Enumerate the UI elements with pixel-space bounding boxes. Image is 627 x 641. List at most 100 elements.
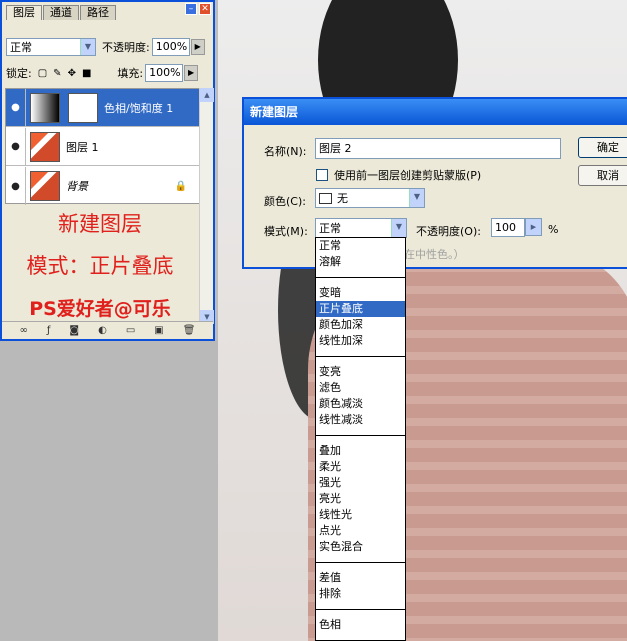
mode-option[interactable]: 排除 [316, 586, 405, 602]
mode-option[interactable]: 变暗 [316, 285, 405, 301]
ok-button[interactable]: 确定 [578, 137, 627, 158]
blend-row: 正常 ▼ 不透明度: 100% ▶ [6, 38, 205, 56]
mode-option[interactable]: 溶解 [316, 254, 405, 270]
option-separator [316, 435, 405, 436]
mode-option[interactable]: 正片叠底 [316, 301, 405, 317]
lock-move-icon[interactable]: ✥ [68, 68, 76, 79]
layer-name: 色相/饱和度 1 [104, 101, 174, 115]
layers-panel: 图层 通道 路径 – ✕ 正常 ▼ 不透明度: 100% ▶ 锁定: ▢ ✎ ✥… [0, 0, 215, 341]
mode-option[interactable]: 线性减淡 [316, 412, 405, 428]
blend-mode-value: 正常 [10, 41, 32, 54]
color-swatch [319, 192, 332, 204]
adjustment-icon[interactable]: ◐ [98, 325, 107, 336]
eye-icon[interactable]: ● [6, 88, 26, 127]
link-icon[interactable]: ∞ [20, 325, 28, 336]
workspace-background [0, 340, 218, 641]
panel-tabbar: 图层 通道 路径 – ✕ [2, 2, 213, 20]
fill-label: 填充: [117, 67, 144, 80]
color-value: 无 [337, 192, 348, 205]
eye-icon[interactable]: ● [6, 167, 26, 205]
mode-select[interactable]: 正常 ▼ [315, 218, 407, 238]
mode-option[interactable]: 颜色减淡 [316, 396, 405, 412]
lock-row: 锁定: ▢ ✎ ✥ ■ 填充: 100% ▶ [6, 64, 199, 82]
folder-icon[interactable]: ▭ [126, 325, 135, 336]
clip-mask-checkbox[interactable] [316, 169, 328, 181]
mode-value: 正常 [319, 222, 341, 235]
opacity-input[interactable]: 100% [151, 38, 190, 56]
mode-label: 模式(M): [264, 225, 308, 238]
dialog-opacity-input[interactable]: 100 [491, 218, 525, 237]
chevron-down-icon: ▼ [391, 219, 406, 237]
lock-transparent-icon[interactable]: ▢ [38, 68, 47, 79]
layer-list: ● 色相/饱和度 1 ● 图层 1 ● 背景 🔒 [5, 88, 201, 205]
caption-mode: 模式：正片叠底 [26, 254, 174, 278]
lock-brush-icon[interactable]: ✎ [53, 68, 61, 79]
mode-option[interactable]: 柔光 [316, 459, 405, 475]
fx-icon[interactable]: ƒ [47, 325, 51, 336]
layer-mask-thumbnail [68, 92, 98, 123]
mode-option[interactable]: 实色混合 [316, 539, 405, 555]
mask-icon[interactable]: ◙ [69, 325, 79, 336]
mode-option[interactable]: 点光 [316, 523, 405, 539]
layer-name: 图层 1 [66, 140, 99, 154]
opacity-arrow-icon[interactable]: ▶ [525, 218, 542, 236]
mode-option[interactable]: 强光 [316, 475, 405, 491]
layer-row-background[interactable]: ● 背景 🔒 [6, 167, 201, 205]
dialog-opacity-label: 不透明度(O): [416, 225, 481, 238]
fill-input[interactable]: 100% [145, 64, 184, 82]
neutral-color-hint: 在中性色。） [404, 248, 465, 261]
tab-paths[interactable]: 路径 [80, 5, 116, 20]
mode-option[interactable]: 线性光 [316, 507, 405, 523]
tab-channels[interactable]: 通道 [43, 5, 79, 20]
mode-dropdown-list: 正常 溶解变暗 正片叠底 颜色加深 线性加深变亮 滤色 颜色减淡 线性减淡叠加 柔光 强光 亮光 线性… [315, 237, 406, 641]
cancel-button[interactable]: 取消 [578, 165, 627, 186]
mode-option[interactable]: 正常 [316, 238, 405, 254]
trash-icon[interactable]: 🗑 [183, 325, 196, 336]
panel-bottom-bar: ∞ ƒ ◙ ◐ ▭ ▣ 🗑 [2, 321, 213, 339]
layer-thumbnail [30, 131, 60, 162]
tab-layers[interactable]: 图层 [6, 5, 42, 20]
layer-row-adjustment[interactable]: ● 色相/饱和度 1 [6, 88, 201, 127]
mode-option[interactable]: 滤色 [316, 380, 405, 396]
color-select[interactable]: 无 ▼ [315, 188, 425, 208]
mode-option[interactable]: 色相 [316, 617, 405, 633]
eye-icon[interactable]: ● [6, 127, 26, 166]
opacity-arrow-icon[interactable]: ▶ [190, 39, 205, 55]
caption-credit: PS爱好者@可乐 [29, 298, 171, 320]
name-label: 名称(N): [264, 145, 307, 158]
mode-option[interactable]: 亮光 [316, 491, 405, 507]
mode-option[interactable]: 叠加 [316, 443, 405, 459]
layer-name: 背景 [66, 180, 88, 193]
caption-new-layer: 新建图层 [58, 212, 142, 236]
layer-row-layer1[interactable]: ● 图层 1 [6, 127, 201, 166]
lock-label: 锁定: [6, 67, 32, 80]
dialog-title: 新建图层 [244, 99, 627, 125]
adjustment-thumbnail [30, 92, 60, 123]
new-layer-icon[interactable]: ▣ [154, 325, 163, 336]
lock-icon: 🔒 [174, 180, 187, 192]
lock-all-icon[interactable]: ■ [82, 68, 91, 79]
option-separator [316, 562, 405, 563]
chevron-down-icon: ▼ [409, 189, 424, 207]
panel-scrollbar[interactable]: ▲ ▼ [199, 88, 214, 324]
mode-option[interactable]: 差值 [316, 570, 405, 586]
clip-mask-label: 使用前一图层创建剪贴蒙版(P) [334, 169, 482, 182]
new-layer-dialog: 新建图层 名称(N): 图层 2 确定 取消 使用前一图层创建剪贴蒙版(P) 颜… [242, 97, 627, 269]
close-icon[interactable]: ✕ [199, 3, 211, 15]
mode-option[interactable]: 线性加深 [316, 333, 405, 349]
blend-mode-select[interactable]: 正常 ▼ [6, 38, 96, 56]
layer-thumbnail [30, 171, 60, 201]
minimize-icon[interactable]: – [185, 3, 197, 15]
option-separator [316, 609, 405, 610]
percent-sign: % [548, 223, 559, 236]
option-separator [316, 356, 405, 357]
mode-option[interactable]: 变亮 [316, 364, 405, 380]
fill-arrow-icon[interactable]: ▶ [184, 65, 199, 81]
opacity-label: 不透明度: [102, 41, 150, 54]
option-separator [316, 277, 405, 278]
color-label: 颜色(C): [264, 195, 306, 208]
scroll-up-icon[interactable]: ▲ [200, 88, 214, 102]
chevron-down-icon: ▼ [80, 39, 95, 55]
mode-option[interactable]: 颜色加深 [316, 317, 405, 333]
name-input[interactable]: 图层 2 [315, 138, 561, 159]
